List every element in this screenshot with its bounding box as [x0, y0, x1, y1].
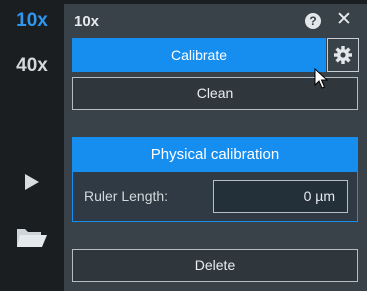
folder-icon[interactable]	[0, 224, 64, 250]
ruler-length-input[interactable]: 0 µm	[213, 180, 348, 213]
objective-10x[interactable]: 10x	[0, 10, 64, 32]
mouse-cursor-icon	[314, 67, 329, 95]
physical-calibration-group: Physical calibration Ruler Length: 0 µm	[72, 137, 358, 222]
ruler-length-label: Ruler Length:	[84, 188, 169, 204]
delete-button[interactable]: Delete	[72, 249, 358, 282]
calibrate-button[interactable]: Calibrate	[72, 38, 326, 72]
panel-title: 10x	[74, 13, 100, 30]
help-icon[interactable]: ?	[305, 13, 321, 29]
objective-rail: 10x 40x	[0, 0, 64, 291]
play-icon[interactable]	[0, 172, 64, 192]
calibration-settings-button[interactable]	[327, 38, 359, 72]
objective-panel: 10x ? ✕ Calibrate Clean Physical calibra…	[64, 4, 367, 291]
physical-calibration-header: Physical calibration	[73, 138, 357, 172]
close-icon[interactable]: ✕	[336, 10, 352, 30]
gear-icon	[334, 46, 352, 64]
objective-40x[interactable]: 40x	[0, 55, 64, 77]
